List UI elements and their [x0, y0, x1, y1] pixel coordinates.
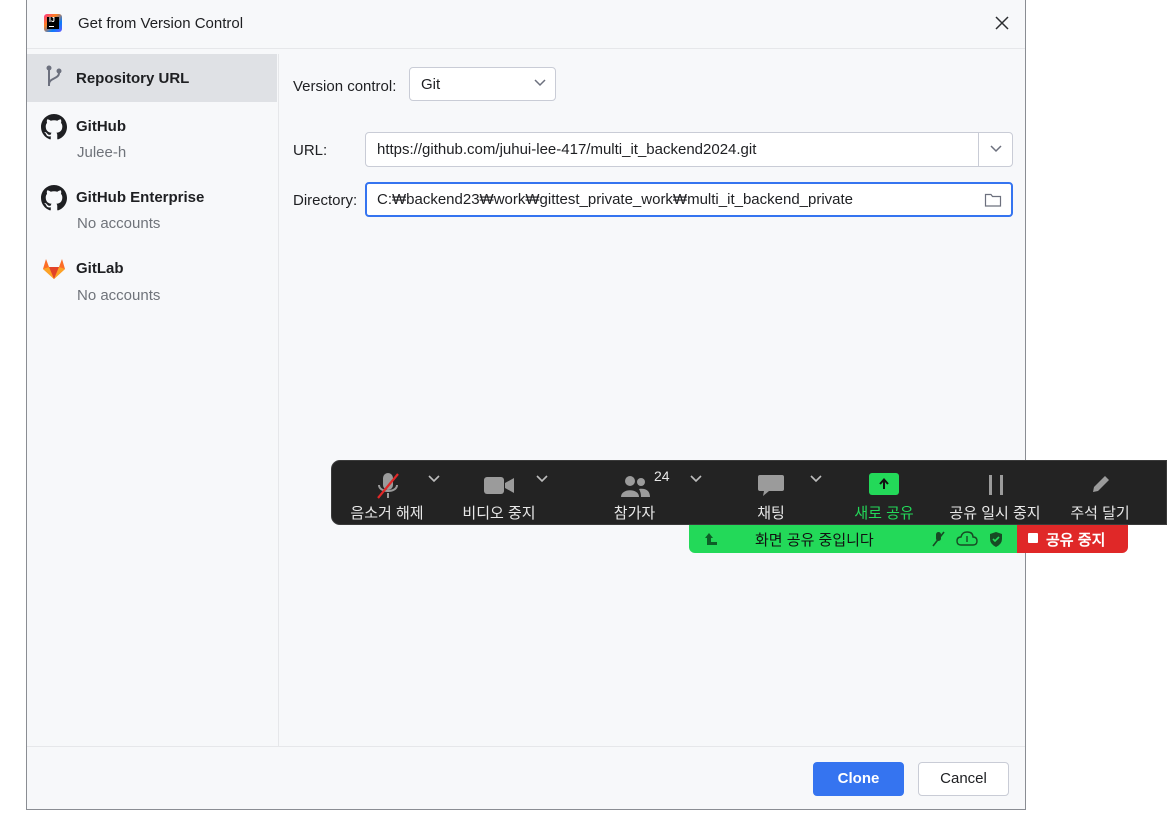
close-icon[interactable] [991, 12, 1013, 34]
branch-icon [46, 65, 62, 86]
stop-square-icon [1028, 533, 1038, 543]
sidebar-item-label: GitHub Enterprise [76, 189, 205, 206]
github-icon [41, 185, 67, 211]
dialog-footer: Clone Cancel [27, 746, 1025, 811]
chat-bubble-icon [758, 475, 784, 496]
sharing-status-text: 화면 공유 중입니다 [755, 532, 874, 549]
sidebar-item-label: Repository URL [76, 70, 190, 87]
zoom-share-toolbar: 음소거 해제 비디오 중지 24 참가자 채팅 새로 공유 공유 일시 중지 주… [331, 460, 1167, 525]
annotate-label: 주석 달기 [1070, 505, 1130, 522]
divider [978, 133, 979, 166]
url-history-dropdown-icon[interactable] [990, 145, 1002, 153]
title-bar: IJ Get from Version Control [27, 0, 1025, 49]
url-label: URL: [293, 142, 328, 159]
sidebar-item-gitlab[interactable]: GitLab No accounts [27, 254, 277, 314]
chevron-down-icon[interactable] [536, 475, 548, 483]
pause-share-label: 공유 일시 중지 [949, 505, 1041, 522]
chevron-down-icon [534, 79, 546, 87]
url-field[interactable]: https://github.com/juhui-lee-417/multi_i… [365, 132, 1013, 167]
sidebar-item-subtitle: No accounts [77, 287, 161, 304]
cloud-record-icon [956, 531, 978, 546]
directory-field[interactable]: C:₩backend23₩work₩gittest_private_work₩m… [365, 182, 1013, 217]
sharing-status-bar[interactable]: 화면 공유 중입니다 [689, 525, 1017, 553]
unmute-label: 음소거 해제 [350, 505, 424, 522]
sidebar-item-github-enterprise[interactable]: GitHub Enterprise No accounts [27, 183, 277, 243]
chevron-down-icon[interactable] [428, 475, 440, 483]
chevron-down-icon[interactable] [690, 475, 702, 483]
gitlab-icon [43, 259, 65, 279]
muted-mic-icon [377, 473, 399, 499]
vcs-select[interactable]: Git [409, 67, 556, 101]
video-camera-icon [484, 477, 514, 494]
vcs-label: Version control: [293, 78, 397, 95]
participants-button[interactable]: 24 참가자 [587, 461, 702, 526]
stop-video-button[interactable]: 비디오 중지 [450, 461, 548, 526]
sidebar-item-subtitle: No accounts [77, 215, 161, 232]
intellij-icon: IJ [44, 14, 62, 32]
share-arrow-icon [869, 473, 899, 495]
pause-icon [989, 475, 1003, 495]
new-share-label: 새로 공유 [854, 505, 914, 522]
stop-share-button[interactable]: 공유 중지 [1017, 525, 1128, 553]
clone-button[interactable]: Clone [813, 762, 904, 796]
pen-icon [1093, 476, 1109, 492]
annotate-button[interactable]: 주석 달기 [1062, 461, 1138, 526]
sidebar-item-label: GitHub [76, 118, 126, 135]
participants-count: 24 [654, 468, 670, 484]
muted-mic-icon [932, 531, 945, 547]
share-arrow-icon [705, 533, 717, 545]
sidebar-item-label: GitLab [76, 260, 124, 277]
chat-button[interactable]: 채팅 [736, 461, 822, 526]
stop-video-label: 비디오 중지 [462, 505, 536, 522]
get-from-vcs-dialog: IJ Get from Version Control Repository U… [26, 0, 1026, 810]
sidebar-item-github[interactable]: GitHub Julee-h [27, 112, 277, 172]
github-icon [41, 114, 67, 140]
url-value: https://github.com/juhui-lee-417/multi_i… [377, 141, 757, 158]
sidebar: Repository URL GitHub Julee-h GitHub Ent… [27, 54, 279, 746]
chevron-down-icon[interactable] [810, 475, 822, 483]
stop-share-label: 공유 중지 [1046, 532, 1106, 549]
folder-icon[interactable] [984, 192, 1002, 208]
sidebar-item-repository-url[interactable]: Repository URL [27, 54, 277, 102]
unmute-button[interactable]: 음소거 해제 [342, 461, 440, 526]
vcs-value: Git [421, 76, 441, 93]
pause-share-button[interactable]: 공유 일시 중지 [940, 461, 1050, 526]
directory-value: C:₩backend23₩work₩gittest_private_work₩m… [377, 191, 854, 208]
participants-icon [621, 476, 650, 497]
chat-label: 채팅 [757, 505, 785, 522]
shield-check-icon [990, 532, 1002, 547]
cancel-button[interactable]: Cancel [918, 762, 1009, 796]
directory-label: Directory: [293, 192, 358, 209]
new-share-button[interactable]: 새로 공유 [842, 461, 926, 526]
participants-label: 참가자 [613, 505, 656, 522]
sidebar-item-subtitle: Julee-h [77, 144, 127, 161]
window-title: Get from Version Control [78, 15, 244, 32]
